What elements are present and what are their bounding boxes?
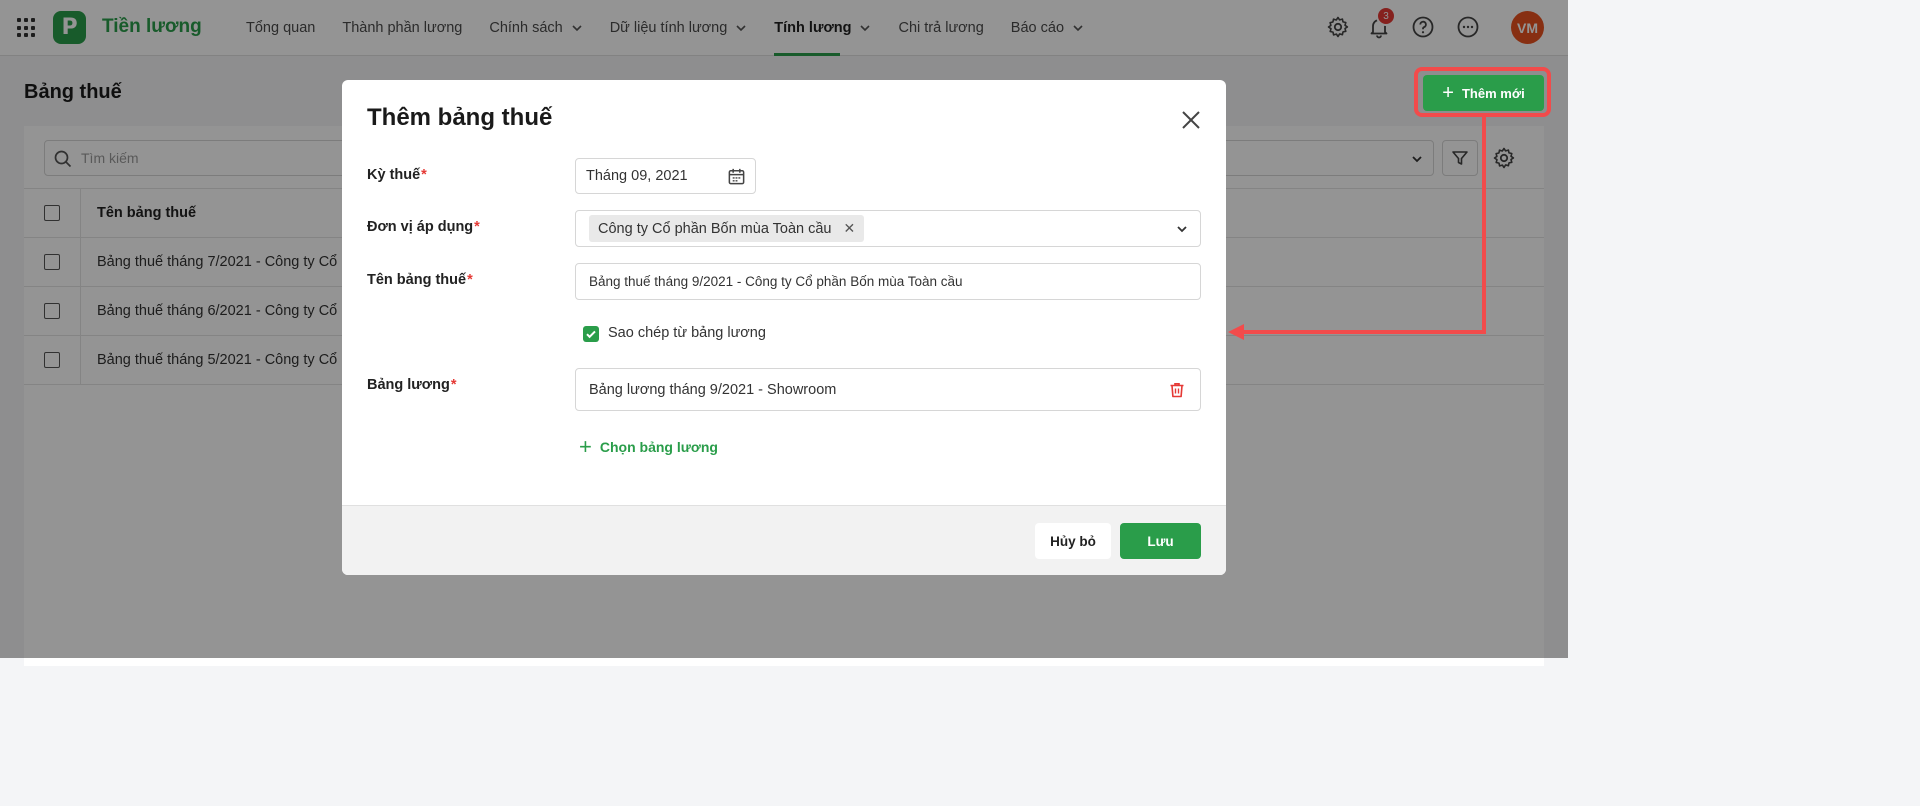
chevron-down-icon[interactable]	[1176, 223, 1188, 235]
required-mark: *	[450, 377, 457, 393]
table-name-input[interactable]: Bảng thuế tháng 9/2021 - Công ty Cổ phần…	[575, 263, 1201, 300]
required-mark: *	[467, 272, 473, 288]
label-text: Đơn vị áp dụng	[367, 219, 474, 235]
required-mark: *	[474, 219, 480, 235]
cancel-button[interactable]: Hủy bỏ	[1035, 523, 1111, 559]
label-text: Tên bảng thuế	[367, 272, 467, 288]
dialog-footer: Hủy bỏ Lưu	[342, 505, 1226, 575]
selected-payroll-value: Bảng lương tháng 9/2021 - Showroom	[589, 381, 837, 398]
copy-from-payroll-label[interactable]: Sao chép từ bảng lương	[608, 325, 766, 341]
table-name-value: Bảng thuế tháng 9/2021 - Công ty Cổ phần…	[589, 274, 963, 289]
label-text: Bảng lương	[367, 377, 450, 393]
save-button[interactable]: Lưu	[1120, 523, 1201, 559]
unit-multiselect[interactable]: Công ty Cổ phần Bốn mùa Toàn cầu ✕	[575, 210, 1201, 247]
choose-payroll-link[interactable]: + Chọn bảng lương	[579, 436, 718, 458]
salary-label: Bảng lương*	[367, 377, 457, 393]
plus-icon: +	[579, 434, 592, 459]
selected-payroll-item: Bảng lương tháng 9/2021 - Showroom	[575, 368, 1201, 411]
unit-tag: Công ty Cổ phần Bốn mùa Toàn cầu ✕	[589, 215, 865, 242]
choose-payroll-label: Chọn bảng lương	[599, 439, 718, 455]
label-text: Kỳ thuế	[367, 167, 421, 183]
close-icon[interactable]	[1179, 108, 1203, 132]
check-icon	[586, 330, 596, 339]
remove-tag-icon[interactable]: ✕	[844, 220, 856, 237]
unit-label: Đơn vị áp dụng*	[367, 219, 480, 235]
annotation-highlight-box	[1414, 67, 1551, 117]
add-tax-table-dialog: Thêm bảng thuế Kỳ thuế* Tháng 09, 2021 Đ…	[342, 80, 1226, 575]
tax-period-label: Kỳ thuế*	[367, 167, 427, 183]
unit-tag-label: Công ty Cổ phần Bốn mùa Toàn cầu	[598, 220, 832, 237]
copy-from-payroll-checkbox[interactable]	[583, 326, 599, 342]
calendar-icon	[728, 168, 745, 185]
required-mark: *	[421, 167, 427, 183]
dialog-title: Thêm bảng thuế	[367, 104, 553, 131]
trash-icon[interactable]	[1168, 381, 1186, 399]
tax-period-date-picker[interactable]: Tháng 09, 2021	[575, 158, 756, 194]
table-name-label: Tên bảng thuế*	[367, 272, 473, 288]
tax-period-value: Tháng 09, 2021	[586, 168, 688, 184]
